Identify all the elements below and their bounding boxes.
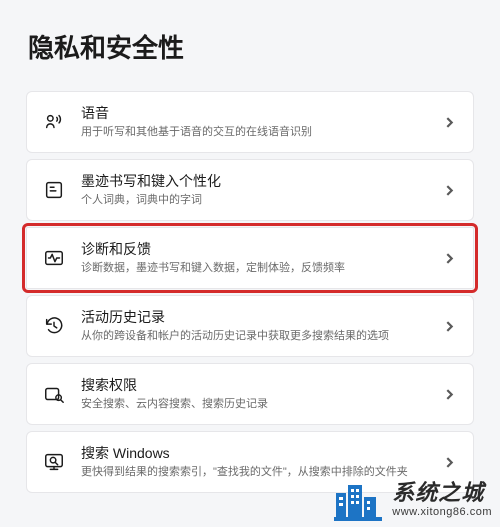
chevron-right-icon: [439, 185, 459, 196]
item-title: 语音: [81, 104, 425, 122]
settings-item-diagnostics[interactable]: 诊断和反馈 诊断数据，墨迹书写和键入数据，定制体验，反馈频率: [26, 227, 474, 289]
inking-icon: [41, 177, 67, 203]
page-title: 隐私和安全性: [28, 28, 474, 65]
item-subtitle: 用于听写和其他基于语音的交互的在线语音识别: [81, 125, 425, 140]
item-subtitle: 从你的跨设备和帐户的活动历史记录中获取更多搜索结果的选项: [81, 329, 425, 344]
settings-item-inking[interactable]: 墨迹书写和键入个性化 个人词典，词典中的字词: [26, 159, 474, 221]
chevron-right-icon: [439, 321, 459, 332]
item-title: 诊断和反馈: [81, 240, 425, 258]
chevron-right-icon: [439, 457, 459, 468]
item-title: 搜索 Windows: [81, 444, 425, 462]
diagnostics-icon: [41, 245, 67, 271]
search-windows-icon: [41, 449, 67, 475]
chevron-right-icon: [439, 117, 459, 128]
item-subtitle: 个人词典，词典中的字词: [81, 193, 425, 208]
item-subtitle: 诊断数据，墨迹书写和键入数据，定制体验，反馈频率: [81, 261, 425, 276]
settings-item-search-permissions[interactable]: 搜索权限 安全搜索、云内容搜索、搜索历史记录: [26, 363, 474, 425]
settings-item-voice[interactable]: 语音 用于听写和其他基于语音的交互的在线语音识别: [26, 91, 474, 153]
settings-item-activity-history[interactable]: 活动历史记录 从你的跨设备和帐户的活动历史记录中获取更多搜索结果的选项: [26, 295, 474, 357]
search-permissions-icon: [41, 381, 67, 407]
item-title: 墨迹书写和键入个性化: [81, 172, 425, 190]
item-title: 搜索权限: [81, 376, 425, 394]
item-subtitle: 安全搜索、云内容搜索、搜索历史记录: [81, 397, 425, 412]
item-title: 活动历史记录: [81, 308, 425, 326]
history-icon: [41, 313, 67, 339]
voice-icon: [41, 109, 67, 135]
chevron-right-icon: [439, 253, 459, 264]
chevron-right-icon: [439, 389, 459, 400]
item-subtitle: 更快得到结果的搜索索引，"查找我的文件"，从搜索中排除的文件夹: [81, 465, 425, 480]
settings-item-search-windows[interactable]: 搜索 Windows 更快得到结果的搜索索引，"查找我的文件"，从搜索中排除的文…: [26, 431, 474, 493]
watermark-url: www.xitong86.com: [392, 506, 492, 518]
settings-list: 语音 用于听写和其他基于语音的交互的在线语音识别 墨迹书写和键入个性化 个人词典…: [26, 91, 474, 493]
